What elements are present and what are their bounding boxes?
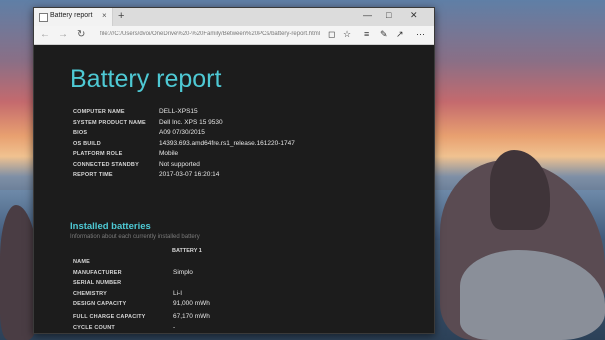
section-title-installed-batteries: Installed batteries (70, 221, 151, 232)
info-label: REPORT TIME (73, 172, 113, 178)
title-bar: Battery report × + — □ ✕ (34, 8, 434, 26)
minimize-button[interactable]: — (363, 10, 372, 20)
refresh-icon[interactable]: ↻ (77, 29, 85, 40)
battery-label: SERIAL NUMBER (73, 280, 122, 286)
back-arrow-icon[interactable]: ← (40, 29, 50, 40)
battery-value: 67,170 mWh (173, 313, 210, 320)
battery-label: MANUFACTURER (73, 269, 122, 276)
close-tab-icon[interactable]: × (102, 11, 107, 20)
page-content: Battery report COMPUTER NAME DELL-XPS15 … (34, 45, 434, 333)
battery-value: 91,000 mWh (173, 300, 210, 307)
rock-formation (490, 150, 550, 230)
info-value: Mobile (159, 150, 179, 157)
info-label: OS BUILD (73, 140, 101, 147)
battery-label: FULL CHARGE CAPACITY (73, 314, 146, 320)
battery-column-header: BATTERY 1 (172, 248, 202, 254)
browser-window: Battery report × + — □ ✕ ← → ↻ file:///C… (33, 7, 435, 334)
info-label: BIOS (73, 130, 88, 136)
info-label: PLATFORM ROLE (73, 151, 123, 157)
page-icon (39, 13, 48, 22)
info-value: Dell Inc. XPS 15 9530 (159, 118, 223, 126)
info-label: SYSTEM PRODUCT NAME (73, 119, 146, 126)
url-field[interactable]: file:///C:/Users/dvoi/OneDrive%20-%20Fam… (100, 31, 340, 37)
hub-icon[interactable]: ≡ (364, 29, 369, 39)
info-label: COMPUTER NAME (73, 109, 125, 115)
info-value: 2017-03-07 16:20:14 (159, 171, 220, 178)
tab-battery-report[interactable]: Battery report × (34, 8, 113, 26)
info-value: A09 07/30/2015 (159, 129, 205, 136)
reading-view-icon[interactable]: ◻ (328, 29, 335, 40)
info-value: Not supported (159, 160, 200, 168)
battery-value: Simplo (173, 268, 193, 276)
forward-arrow-icon[interactable]: → (58, 29, 68, 40)
battery-value: - (173, 324, 176, 331)
share-icon[interactable]: ↗ (396, 29, 404, 40)
page-title: Battery report (70, 65, 222, 93)
info-value: DELL-XPS15 (159, 108, 198, 115)
new-tab-button[interactable]: + (118, 10, 124, 22)
battery-label: DESIGN CAPACITY (73, 301, 127, 307)
battery-label: CYCLE COUNT (73, 325, 115, 331)
tab-title: Battery report (50, 12, 93, 19)
favorite-star-icon[interactable]: ☆ (343, 29, 351, 40)
address-bar: ← → ↻ file:///C:/Users/dvoi/OneDrive%20-… (34, 26, 434, 45)
close-window-button[interactable]: ✕ (410, 10, 418, 21)
battery-value: Li-I (173, 289, 183, 297)
more-icon[interactable]: ⋯ (416, 29, 425, 40)
maximize-button[interactable]: □ (386, 10, 391, 20)
web-note-icon[interactable]: ✎ (380, 29, 388, 40)
battery-label: CHEMISTRY (73, 290, 107, 297)
section-subtitle: Information about each currently install… (70, 234, 200, 240)
info-label: CONNECTED STANDBY (73, 161, 139, 168)
info-value: 14393.693.amd64fre.rs1_release.161220-17… (159, 139, 295, 147)
battery-label: NAME (73, 259, 90, 265)
